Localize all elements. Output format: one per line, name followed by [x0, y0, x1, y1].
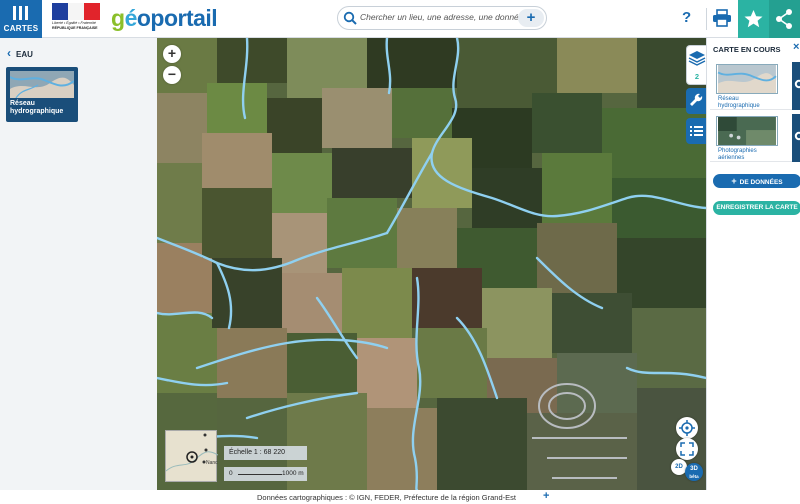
cartes-menu-button[interactable]: CARTES: [0, 0, 42, 38]
divider: [706, 8, 707, 30]
scale-ratio: Échelle 1 : 68 220: [224, 446, 307, 460]
republique-francaise-logo: Liberté • Égalité • Fraternité RÉPUBLIQU…: [52, 3, 100, 34]
current-map-panel: CARTE EN COURS × Réseau hydrographique P…: [706, 38, 800, 490]
attribution-text: Données cartographiques : © IGN, FEDER, …: [257, 493, 516, 502]
view-3d-label: 3D: [690, 466, 698, 472]
share-icon: [776, 9, 792, 29]
back-to-eau[interactable]: ‹ EAU: [7, 46, 33, 60]
panel-header: CARTE EN COURS ×: [707, 38, 800, 60]
layers-icon: [688, 51, 706, 66]
overview-map-image: [166, 433, 218, 472]
share-button[interactable]: [769, 0, 800, 38]
wrench-icon: [690, 93, 703, 106]
republic-name: RÉPUBLIQUE FRANÇAISE: [52, 25, 98, 30]
card-title: Réseau hydrographique: [10, 100, 64, 115]
layer-name: Photographies aériennes: [718, 148, 757, 161]
chevron-left-icon: ‹: [7, 46, 11, 60]
scale-bar: 0 1000 m: [224, 467, 307, 481]
zoom-out-button[interactable]: −: [163, 66, 181, 84]
print-icon[interactable]: [712, 9, 732, 27]
add-data-label: DE DONNÉES: [739, 179, 783, 186]
menu-bars-icon: [13, 6, 29, 20]
marianne-flag-icon: [52, 3, 100, 20]
overview-place-label: Nanc: [206, 460, 218, 466]
layer-name: Réseau hydrographique: [718, 96, 760, 109]
search-bar[interactable]: Chercher un lieu, une adresse, une donné…: [337, 6, 547, 30]
search-input[interactable]: Chercher un lieu, une adresse, une donné…: [360, 12, 524, 22]
view-3d-button[interactable]: 3D bêta: [685, 463, 703, 481]
layers-manager-button[interactable]: 2: [686, 45, 706, 85]
fullscreen-button[interactable]: [676, 438, 698, 460]
close-icon[interactable]: ×: [793, 41, 799, 53]
map-view[interactable]: + − Nanc Échelle 1 : 68 220 0 1000 m 2D …: [157, 38, 706, 490]
scale-line: [238, 474, 282, 475]
search-icon[interactable]: [343, 11, 357, 25]
zoom-in-button[interactable]: +: [163, 45, 181, 63]
star-icon: [744, 10, 763, 28]
crosshair-icon: [679, 420, 695, 436]
scale-distance: 1000 m: [282, 470, 304, 477]
geoportail-logo[interactable]: géoportail: [111, 5, 218, 32]
layer-item-reseau-hydrographique[interactable]: Réseau hydrographique: [710, 62, 800, 110]
attribution-bar: Données cartographiques : © IGN, FEDER, …: [0, 490, 800, 504]
favorites-button[interactable]: [738, 0, 769, 38]
republic-motto: Liberté • Égalité • Fraternité: [52, 21, 96, 25]
tools-button[interactable]: [686, 88, 706, 114]
layer-count-badge: 2: [694, 72, 700, 81]
list-icon: [690, 126, 703, 136]
save-map-button[interactable]: ENREGISTRER LA CARTE: [713, 201, 800, 215]
help-button[interactable]: ?: [682, 9, 691, 26]
gear-icon[interactable]: [792, 129, 800, 143]
expand-attribution-icon[interactable]: +: [543, 490, 549, 502]
expand-icon: [680, 442, 694, 456]
plus-icon: +: [731, 176, 737, 186]
layer-item-photographies-aeriennes[interactable]: Photographies aériennes: [710, 114, 800, 162]
advanced-search-plus-icon[interactable]: +: [518, 9, 544, 27]
overview-minimap[interactable]: Nanc: [165, 430, 218, 482]
cartes-menu-label: CARTES: [3, 24, 39, 33]
gear-icon[interactable]: [792, 77, 800, 91]
add-data-button[interactable]: + DE DONNÉES: [713, 174, 800, 188]
scale-zero: 0: [229, 470, 233, 477]
top-bar: CARTES Liberté • Égalité • Fraternité RÉ…: [0, 0, 800, 38]
map-card-reseau-hydrographique[interactable]: Réseau hydrographique: [6, 67, 78, 122]
geolocate-button[interactable]: [676, 417, 698, 439]
left-panel: ‹ EAU Réseau hydrographique: [0, 38, 157, 490]
layer-thumbnail: [716, 64, 778, 94]
category-label: EAU: [16, 50, 33, 59]
legend-list-button[interactable]: [686, 118, 706, 144]
panel-title: CARTE EN COURS: [713, 45, 781, 54]
aerial-photo-with-rivers[interactable]: [157, 38, 706, 490]
beta-badge: bêta: [689, 474, 699, 479]
card-thumbnail: [10, 71, 74, 98]
layer-thumbnail: [716, 116, 778, 146]
